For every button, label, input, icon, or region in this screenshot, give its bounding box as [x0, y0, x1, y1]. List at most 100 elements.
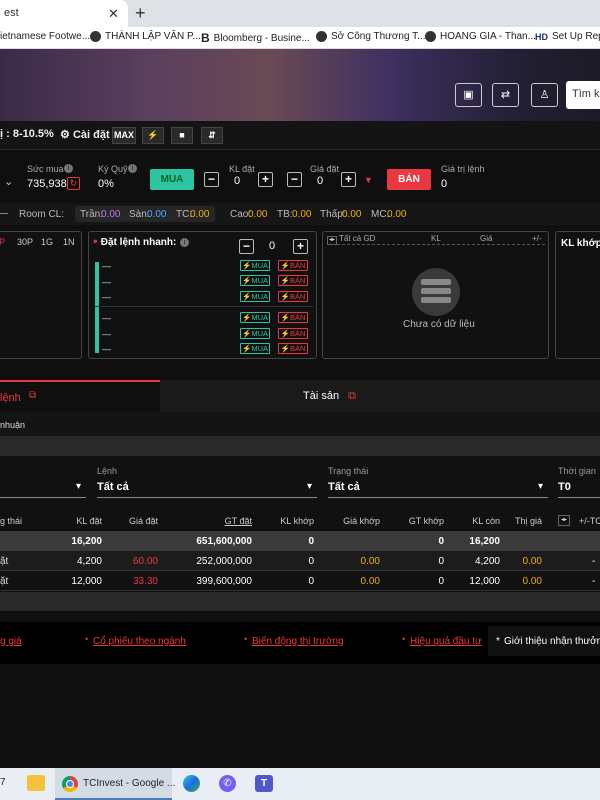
- close-tab-icon[interactable]: ✕: [108, 6, 119, 22]
- table-row[interactable]: ặt 4,200 60.00 252,000,000 0 0.00 0 4,20…: [0, 551, 600, 571]
- bookmark-item[interactable]: B Bloomberg - Busine...: [201, 31, 310, 45]
- bookmark-item[interactable]: ietnamese Footwe...: [0, 31, 90, 42]
- thap-value: 0.00: [342, 209, 362, 220]
- quick-buy-button[interactable]: ⚡MUA: [240, 328, 270, 339]
- bookmark-item[interactable]: THÀNH LẬP VĂN P...: [90, 31, 201, 42]
- chevron-down-icon[interactable]: ▾: [307, 481, 312, 492]
- footer-link[interactable]: Hiệu quả đầu tư: [410, 636, 482, 647]
- tab-timeframe[interactable]: 1G: [41, 237, 53, 247]
- tab-timeframe-selected[interactable]: P: [0, 237, 5, 247]
- bookmarks-bar: ietnamese Footwe... THÀNH LẬP VĂN P... B…: [0, 27, 600, 49]
- price-strip: Room CL: Trần: 0.00 Sàn: 0.00 TC: 0.00 C…: [0, 203, 600, 225]
- table-row[interactable]: ặt 12,000 33.30 399,600,000 0 0.00 0 12,…: [0, 571, 600, 591]
- external-link-icon[interactable]: ⧉: [29, 390, 36, 401]
- thoigian-select[interactable]: T0: [558, 481, 571, 493]
- plus-icon[interactable]: +: [293, 239, 308, 254]
- save-icon[interactable]: ■: [171, 127, 193, 144]
- minus-icon[interactable]: −: [204, 172, 219, 187]
- quick-buy-button[interactable]: ⚡MUA: [240, 291, 270, 302]
- trangthai-select[interactable]: Tất cả: [328, 481, 360, 493]
- runner-icon[interactable]: ⚡: [142, 127, 164, 144]
- tran-label: Trần:: [80, 209, 103, 220]
- max-button[interactable]: MAX: [112, 127, 136, 144]
- quick-qty-value[interactable]: 0: [269, 240, 275, 252]
- teams-icon[interactable]: T: [255, 775, 273, 792]
- info-icon[interactable]: i: [180, 238, 189, 247]
- lenh-select[interactable]: Tất cả: [97, 481, 129, 493]
- quick-sell-button[interactable]: ⚡BÁN: [278, 343, 308, 354]
- quick-sell-button[interactable]: ⚡BÁN: [278, 260, 308, 271]
- table-header: g thái KL đặt Giá đặt GT đặt KL khớp Giá…: [0, 508, 600, 530]
- footer-link[interactable]: Biến động thị trường: [252, 636, 344, 647]
- viber-icon[interactable]: ✆: [219, 775, 236, 792]
- tran-value: 0.00: [101, 209, 121, 220]
- refresh-icon[interactable]: ↻: [67, 177, 80, 190]
- caret-down-icon[interactable]: ▼: [364, 175, 373, 185]
- quick-buy-button[interactable]: ⚡MUA: [240, 343, 270, 354]
- tb-label: TB:: [277, 209, 293, 220]
- new-tab-icon[interactable]: +: [135, 3, 146, 24]
- footer-link[interactable]: g giá: [0, 636, 22, 647]
- sub-tab-label[interactable]: nhuận: [0, 420, 25, 430]
- bookmark-item[interactable]: HOANG GIA - Than...: [425, 31, 536, 42]
- bullet-icon: •: [244, 634, 248, 644]
- quick-buy-button[interactable]: ⚡MUA: [240, 312, 270, 323]
- cell-kl-dat: 4,200: [76, 556, 102, 567]
- col-kl-khop: KL khớp: [280, 516, 314, 526]
- cell-kl-con: 4,200: [474, 556, 500, 567]
- wallet-icon[interactable]: ▣: [455, 83, 482, 107]
- taskbar-chrome-app[interactable]: TCInvest - Google ...: [55, 768, 175, 800]
- swap-icon[interactable]: ⇵: [201, 127, 223, 144]
- tab-assets[interactable]: Tài sản ⧉: [303, 390, 356, 403]
- cell-status: ặt: [0, 556, 9, 567]
- suc-mua-label: Sức mua: [27, 164, 64, 174]
- tab-timeframe[interactable]: 30P: [17, 237, 33, 247]
- edge-icon[interactable]: [183, 775, 200, 792]
- summary-gt-dat: 651,600,000: [196, 536, 252, 547]
- quick-sell-button[interactable]: ⚡BÁN: [278, 275, 308, 286]
- bookmark-item[interactable]: Sở Công Thương T...: [316, 31, 426, 42]
- minus-icon[interactable]: −: [287, 172, 302, 187]
- info-icon[interactable]: i: [128, 164, 137, 173]
- quick-sell-button[interactable]: ⚡BÁN: [278, 291, 308, 302]
- col-pm: +/-: [532, 234, 542, 243]
- settings-button[interactable]: ⚙ Cài đặt: [60, 128, 110, 141]
- tab-orders[interactable]: lệnh ⧉: [0, 380, 160, 412]
- bookmark-item[interactable]: HDSet Up Repr: [535, 31, 600, 42]
- tab-timeframe[interactable]: 1N: [63, 237, 75, 247]
- symbol-dropdown-caret[interactable]: ⌄: [4, 175, 13, 188]
- user-group-icon[interactable]: ♙: [531, 83, 558, 107]
- cell-thi-gia: 0.00: [522, 576, 542, 587]
- plus-icon[interactable]: +: [341, 172, 356, 187]
- match-panel: KL khớp t: [555, 231, 600, 359]
- cell-thi-gia: 0.00: [522, 556, 542, 567]
- search-input[interactable]: Tìm k: [566, 81, 600, 109]
- quick-order-title: ⁍ Đặt lệnh nhanh:: [93, 237, 177, 248]
- sell-button[interactable]: BÁN: [387, 169, 431, 190]
- col-gt-dat[interactable]: GT đặt: [200, 516, 252, 526]
- tab-title: est: [4, 7, 19, 19]
- plus-icon[interactable]: +: [258, 172, 273, 187]
- quick-buy-button[interactable]: ⚡MUA: [240, 260, 270, 271]
- quick-buy-button[interactable]: ⚡MUA: [240, 275, 270, 286]
- referral-box[interactable]: * Giới thiệu nhận thưởng: [488, 626, 600, 656]
- summary-kl-con: 16,200: [469, 536, 500, 547]
- collapse-icon[interactable]: ◂▸: [558, 515, 570, 526]
- cao-value: 0.00: [248, 209, 268, 220]
- taskbar-clock: 7: [0, 777, 6, 788]
- external-link-icon[interactable]: ⧉: [348, 390, 356, 402]
- cell-gt-khop: 0: [438, 576, 444, 587]
- quick-sell-button[interactable]: ⚡BÁN: [278, 312, 308, 323]
- kl-dat-value[interactable]: 0: [234, 175, 240, 187]
- chevron-down-icon[interactable]: ▾: [538, 481, 543, 492]
- col-kl: KL: [431, 234, 441, 243]
- quick-sell-button[interactable]: ⚡BÁN: [278, 328, 308, 339]
- info-icon[interactable]: i: [64, 164, 73, 173]
- transfer-icon[interactable]: ⇄: [492, 83, 519, 107]
- file-explorer-icon[interactable]: [27, 775, 45, 791]
- buy-button[interactable]: MUA: [150, 169, 194, 190]
- chevron-down-icon[interactable]: ▾: [76, 481, 81, 492]
- gia-dat-value[interactable]: 0: [317, 175, 323, 187]
- minus-icon[interactable]: −: [239, 239, 254, 254]
- footer-link[interactable]: Cổ phiếu theo ngành: [93, 636, 186, 647]
